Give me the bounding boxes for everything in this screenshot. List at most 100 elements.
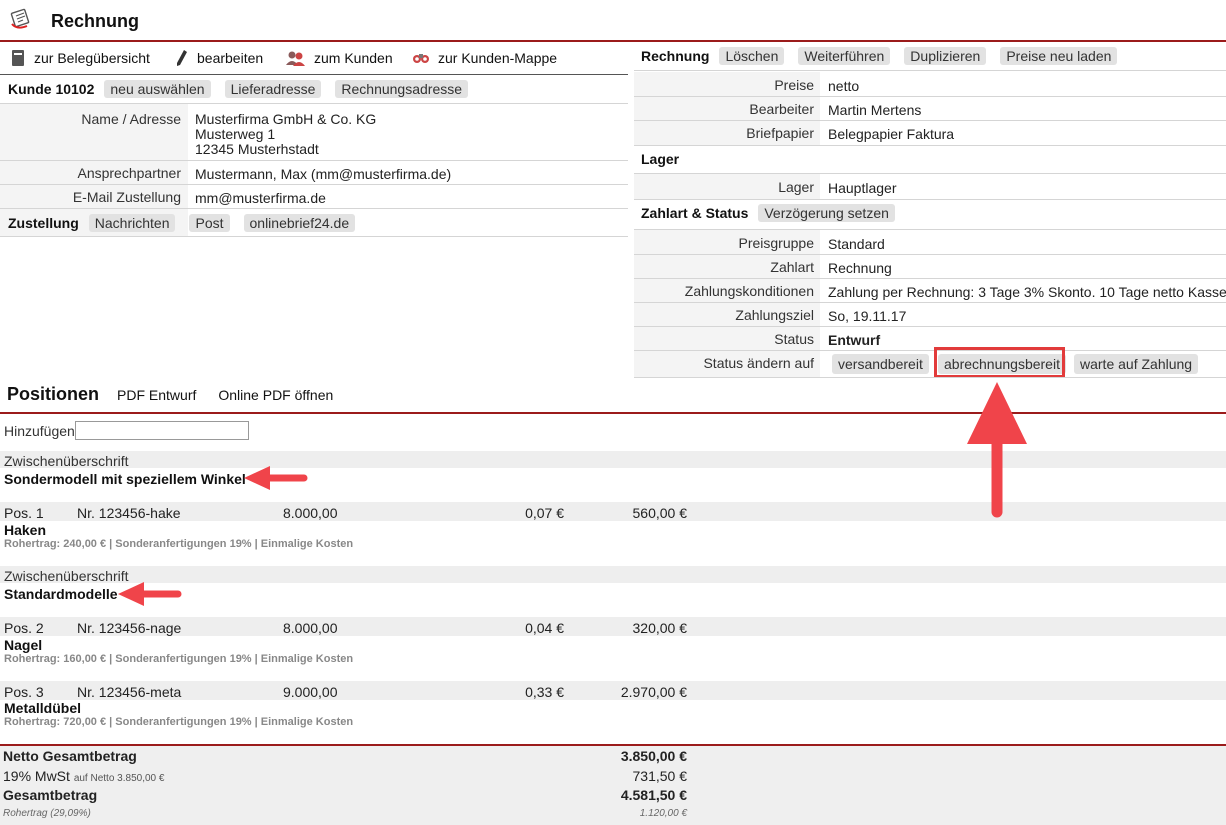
customer-heading: Kunde 10102: [8, 81, 95, 97]
vat-label: 19% MwSt: [3, 768, 70, 784]
warehouse-heading: Lager: [641, 151, 680, 167]
users-icon: [286, 51, 305, 66]
item-total: 2.970,00 €: [620, 684, 687, 700]
customer-folder-link[interactable]: zur Kunden-Mappe: [412, 48, 557, 68]
item-quantity: 8.000,00: [283, 505, 338, 521]
letterhead-value: Belegpapier Faktura: [828, 126, 955, 142]
status-shipping-ready-button[interactable]: versandbereit: [832, 354, 929, 374]
payment-type-label: Zahlart: [770, 259, 814, 275]
divider: [634, 278, 1226, 279]
divider: [634, 350, 1226, 351]
prices-value: netto: [828, 78, 860, 94]
divider: [634, 302, 1226, 303]
contact-value: Mustermann, Max (mm@musterfirma.de): [195, 166, 452, 182]
divider: [634, 120, 1226, 121]
divider: [634, 326, 1226, 327]
item-meta: Rohertrag: 240,00 € | Sonderanfertigunge…: [4, 538, 354, 550]
divider: [0, 236, 628, 237]
warehouse-value: Hauptlager: [828, 180, 897, 196]
belegubersicht-label: zur Belegübersicht: [34, 50, 150, 66]
item-name: Metalldübel: [4, 700, 82, 716]
page-title: Rechnung: [51, 11, 139, 31]
item-quantity: 9.000,00: [283, 684, 338, 700]
onlinebrief-button[interactable]: onlinebrief24.de: [243, 214, 356, 232]
item-number: Nr. 123456-hake: [77, 505, 181, 521]
divider: [634, 377, 1226, 378]
open-online-pdf-link[interactable]: Online PDF öffnen: [218, 387, 333, 403]
pdf-draft-link[interactable]: PDF Entwurf: [117, 387, 196, 403]
editor-value: Martin Mertens: [828, 102, 922, 118]
contact-label: Ansprechpartner: [77, 165, 181, 181]
to-customer-label: zum Kunden: [314, 50, 393, 66]
address-line: Musterfirma GmbH & Co. KG: [195, 111, 377, 127]
delete-button[interactable]: Löschen: [719, 47, 785, 65]
reselect-customer-button[interactable]: neu auswählen: [104, 80, 211, 98]
group-title: Sondermodell mit speziellem Winkel: [4, 471, 246, 487]
duplicate-button[interactable]: Duplizieren: [904, 47, 987, 65]
gross-profit-label: Rohertrag (29,09%): [3, 808, 91, 819]
customer-folder-label: zur Kunden-Mappe: [438, 50, 558, 66]
customer-header: Kunde 10102 neu auswählen Lieferadresse …: [8, 76, 482, 102]
net-total-label: Netto Gesamtbetrag: [3, 748, 137, 764]
divider: [634, 145, 1226, 146]
editor-label: Bearbeiter: [749, 101, 814, 117]
annotation-arrow-left: [244, 466, 308, 490]
item-pos: Pos. 3: [4, 684, 44, 700]
add-label: Hinzufügen: [4, 423, 75, 439]
grand-total-value: 4.581,50 €: [620, 787, 687, 803]
payment-terms-label: Zahlungskonditionen: [684, 283, 814, 299]
price-group-value: Standard: [828, 236, 885, 252]
vat-value: 731,50 €: [632, 768, 688, 784]
item-unit-price: 0,04 €: [525, 620, 564, 636]
set-delay-button[interactable]: Verzögerung setzen: [758, 204, 895, 222]
delivery-header: Zustellung Nachrichten Post onlinebrief2…: [8, 210, 369, 236]
vat-row-label: 19% MwSt auf Netto 3.850,00 €: [3, 768, 164, 784]
add-item-input[interactable]: [75, 421, 249, 440]
payment-terms-value: Zahlung per Rechnung: 3 Tage 3% Skonto. …: [828, 284, 1226, 300]
email-value: mm@musterfirma.de: [195, 190, 326, 206]
item-total: 560,00 €: [632, 505, 688, 521]
continue-button[interactable]: Weiterführen: [798, 47, 891, 65]
item-pos: Pos. 1: [4, 505, 44, 521]
messages-button[interactable]: Nachrichten: [88, 214, 176, 232]
divider: [0, 208, 628, 209]
item-number: Nr. 123456-meta: [77, 684, 182, 700]
toolbar: zur Belegübersicht bearbeiten zum Kunden…: [0, 42, 628, 75]
grand-total-label: Gesamtbetrag: [3, 787, 98, 803]
payment-type-value: Rechnung: [828, 260, 892, 276]
billing-address-button[interactable]: Rechnungsadresse: [335, 80, 469, 98]
edit-link[interactable]: bearbeiten: [175, 48, 263, 68]
annotation-arrow-up: [967, 382, 1027, 518]
pencil-icon: [177, 50, 187, 66]
delivery-heading: Zustellung: [8, 215, 79, 231]
belegubersicht-link[interactable]: zur Belegübersicht: [10, 48, 150, 68]
post-button[interactable]: Post: [189, 214, 230, 232]
name-address-label: Name / Adresse: [81, 111, 181, 127]
edit-label: bearbeiten: [197, 50, 264, 66]
positions-heading: Positionen: [7, 384, 100, 404]
reload-prices-button[interactable]: Preise neu laden: [1000, 47, 1118, 65]
to-customer-link[interactable]: zum Kunden: [286, 48, 393, 68]
email-label: E-Mail Zustellung: [72, 189, 181, 205]
subheading-band: [0, 451, 1226, 468]
divider: [0, 160, 628, 161]
binoculars-icon: [413, 54, 429, 63]
item-name: Nagel: [4, 637, 43, 653]
annotation-arrow-left: [118, 582, 182, 606]
divider: [634, 70, 1226, 71]
highlight-frame: [934, 347, 1065, 378]
subheading-label: Zwischenüberschrift: [4, 453, 129, 469]
due-date-value: So, 19.11.17: [828, 308, 907, 324]
title-bar: Rechnung: [0, 0, 1226, 42]
item-unit-price: 0,07 €: [525, 505, 564, 521]
status-awaiting-payment-button[interactable]: warte auf Zahlung: [1074, 354, 1199, 374]
address-line: 12345 Musterhstadt: [195, 141, 319, 157]
item-total: 320,00 €: [632, 620, 688, 636]
divider: [634, 254, 1226, 255]
item-number: Nr. 123456-nage: [77, 620, 182, 636]
name-address-value: Musterfirma GmbH & Co. KG Musterweg 1 12…: [195, 112, 376, 157]
item-quantity: 8.000,00: [283, 620, 338, 636]
delivery-address-button[interactable]: Lieferadresse: [224, 80, 322, 98]
status-label: Status: [774, 331, 814, 347]
positions-divider: [0, 412, 1226, 414]
